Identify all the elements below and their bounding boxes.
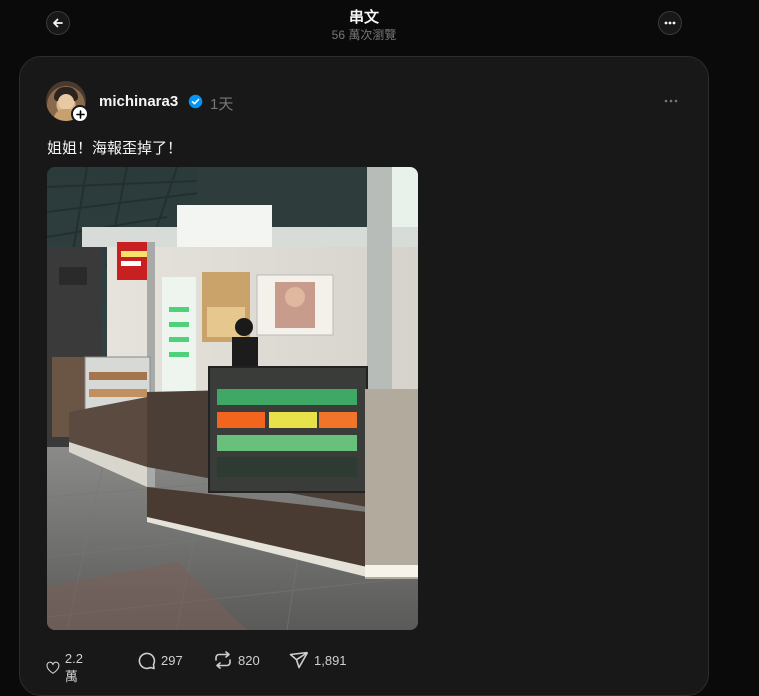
comment-button[interactable]: 297 — [137, 651, 183, 670]
share-button[interactable]: 1,891 — [289, 651, 347, 669]
verified-badge-icon — [188, 94, 203, 109]
comment-count: 297 — [161, 653, 183, 668]
repost-icon — [215, 651, 231, 669]
send-icon — [289, 651, 309, 669]
more-icon — [664, 21, 676, 25]
repost-count: 820 — [238, 652, 260, 668]
follow-button[interactable] — [71, 105, 89, 123]
share-count: 1,891 — [314, 652, 347, 668]
post-text: 姐姐！海報歪掉了！ — [47, 140, 183, 157]
page-title: 串文 — [348, 9, 379, 26]
view-count: 56 萬次瀏覽 — [331, 28, 397, 42]
more-icon[interactable] — [662, 93, 680, 109]
post-image[interactable] — [47, 167, 418, 630]
more-options-button[interactable] — [658, 11, 682, 35]
post-time: 1天 — [210, 96, 234, 113]
top-bar: 串文 56 萬次瀏覽 — [0, 0, 759, 52]
comment-icon — [138, 652, 156, 670]
like-button[interactable]: 2.2 萬 — [46, 651, 89, 685]
kiosk-photo — [47, 167, 418, 630]
repost-button[interactable]: 820 — [213, 651, 260, 669]
heart-icon — [46, 661, 60, 674]
plus-icon — [75, 109, 85, 119]
post-card: michinara3 1天 姐姐！海報歪掉了！ 2.2 萬 297 820 1,… — [19, 56, 709, 696]
username[interactable]: michinara3 — [99, 93, 178, 110]
like-count: 2.2 萬 — [64, 651, 83, 684]
